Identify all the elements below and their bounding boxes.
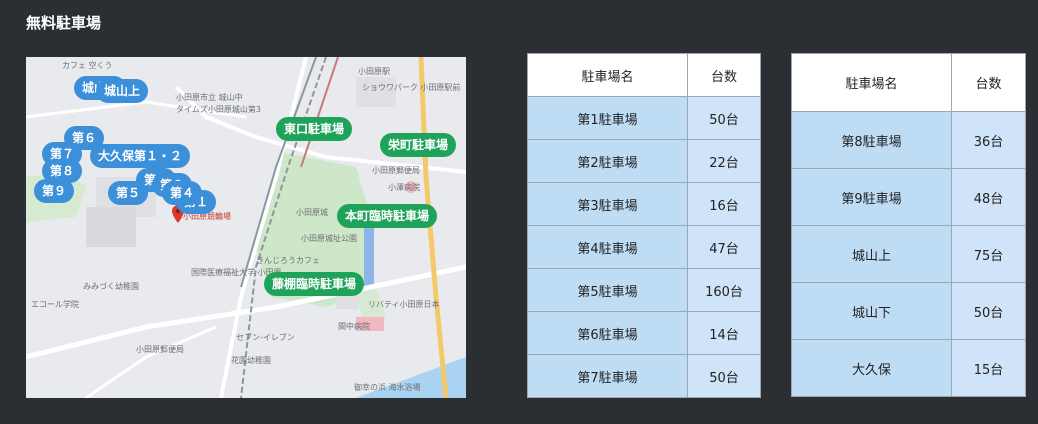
parking-name-cell: 城山下 (791, 282, 952, 340)
table-row: 第3駐車場 16台 (527, 182, 761, 226)
map-label-post: 小田原郵便局 (136, 345, 184, 354)
marker-fujidana[interactable]: 藤棚臨時駐車場 (264, 272, 365, 296)
parking-count-cell: 22台 (687, 139, 761, 183)
column-header-count: 台数 (687, 53, 761, 97)
table-header-row: 駐車場名 台数 (527, 53, 761, 97)
parking-count-cell: 16台 (687, 182, 761, 226)
marker-shiroyama-ue[interactable]: 城山上 (96, 79, 149, 103)
column-header-name: 駐車場名 (527, 53, 688, 97)
map-label-school-eko: エコール学院 (31, 300, 79, 309)
parking-name-cell: 第2駐車場 (527, 139, 688, 183)
table-row: 第4駐車場 47台 (527, 225, 761, 269)
table-row: 第5駐車場 160台 (527, 268, 761, 312)
parking-name-cell: 第1駐車場 (527, 96, 688, 140)
parking-name-cell: 第9駐車場 (791, 168, 952, 226)
parking-count-cell: 48台 (951, 168, 1026, 226)
map-label-castle: 小田原城 (296, 208, 328, 217)
map-label-showa: ショウワパーク 小田原駅前 (362, 83, 461, 92)
column-header-count: 台数 (951, 53, 1026, 112)
map-label-hospital: 間中病院 (338, 322, 370, 331)
page-title: 無料駐車場 (26, 14, 102, 32)
parking-count-cell: 75台 (951, 225, 1026, 283)
table-row: 城山上 75台 (791, 225, 1026, 283)
parking-name-cell: 大久保 (791, 339, 952, 397)
parking-name-cell: 城山上 (791, 225, 952, 283)
parking-count-cell: 50台 (687, 96, 761, 140)
table-row: 第2駐車場 22台 (527, 139, 761, 183)
map-label-cafe: カフェ 空くう (62, 61, 113, 70)
table-row: 城山下 50台 (791, 282, 1026, 340)
table-row: 第6駐車場 14台 (527, 311, 761, 355)
map-label-clinic: 小澤病院 (388, 183, 420, 192)
parking-name-cell: 第5駐車場 (527, 268, 688, 312)
table-row: 第7駐車場 50台 (527, 354, 761, 398)
map-label-beach: 御幸の浜 海水浴場 (354, 383, 421, 392)
marker-higashiguchi[interactable]: 東口駐車場 (276, 117, 353, 141)
table-row: 大久保 15台 (791, 339, 1026, 397)
map-label-kinjiro: きんじろうカフェ (256, 256, 320, 265)
table-header-row: 駐車場名 台数 (791, 53, 1026, 112)
table-row: 第9駐車場 48台 (791, 168, 1026, 226)
parking-name-cell: 第6駐車場 (527, 311, 688, 355)
parking-count-cell: 160台 (687, 268, 761, 312)
map-label-times: タイムズ小田原城山第3 (176, 105, 261, 114)
map-label-kindergarten: みみづく幼稚園 (83, 282, 139, 291)
parking-count-cell: 50台 (951, 282, 1026, 340)
marker-honcho[interactable]: 本町臨時駐車場 (337, 204, 438, 228)
parking-table-right: 駐車場名 台数 第8駐車場 36台 第9駐車場 48台 城山上 75台 城山下 … (791, 53, 1026, 397)
parking-count-cell: 50台 (687, 354, 761, 398)
parking-name-cell: 第7駐車場 (527, 354, 688, 398)
parking-name-cell: 第4駐車場 (527, 225, 688, 269)
map-label-garden: 花園幼稚園 (231, 356, 271, 365)
map-label-hotel: リバティ小田原日本 (368, 300, 440, 309)
parking-name-cell: 第3駐車場 (527, 182, 688, 226)
table-row: 第8駐車場 36台 (791, 111, 1026, 169)
parking-count-cell: 36台 (951, 111, 1026, 169)
map-label-seven: セブン-イレブン (236, 333, 295, 342)
marker-okubo[interactable]: 大久保第１・２ (90, 144, 191, 168)
map-label-station: 小田原駅 (358, 67, 390, 76)
marker-9[interactable]: 第９ (34, 179, 75, 203)
parking-count-cell: 15台 (951, 339, 1026, 397)
column-header-name: 駐車場名 (791, 53, 952, 112)
map-label-post-office: 小田原郵便局 (372, 166, 420, 175)
parking-map[interactable]: カフェ 空くう 小田原市立 城山中 タイムズ小田原城山第3 小田原駅 ショウワパ… (26, 57, 466, 398)
table-row: 第1駐車場 50台 (527, 96, 761, 140)
marker-sakaecho[interactable]: 栄町駐車場 (380, 133, 457, 157)
map-label-school: 小田原市立 城山中 (176, 93, 243, 102)
map-label-castle-park: 小田原城址公園 (301, 234, 357, 243)
marker-4[interactable]: 第４ (162, 181, 203, 205)
parking-name-cell: 第8駐車場 (791, 111, 952, 169)
parking-table-left: 駐車場名 台数 第1駐車場 50台 第2駐車場 22台 第3駐車場 16台 第4… (527, 53, 761, 398)
parking-count-cell: 14台 (687, 311, 761, 355)
parking-count-cell: 47台 (687, 225, 761, 269)
